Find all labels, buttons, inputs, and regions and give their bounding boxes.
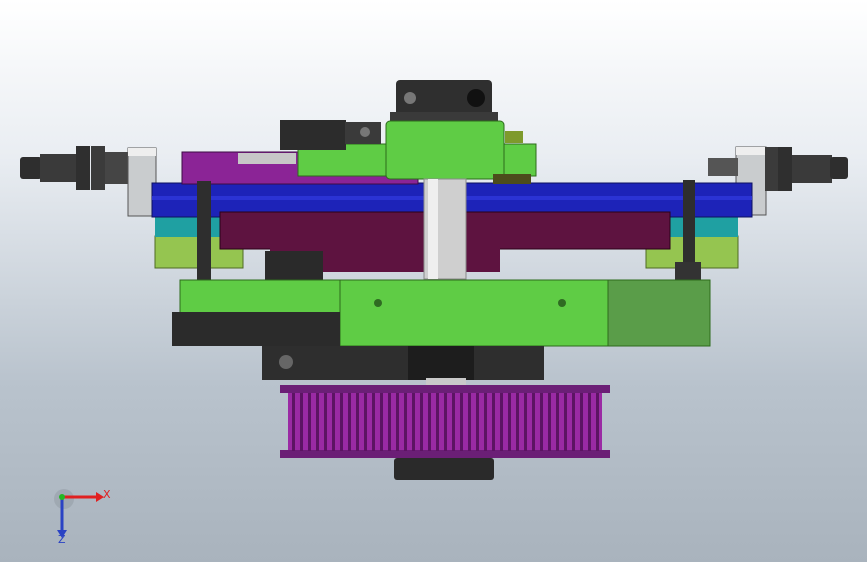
z-axis-label: Z (58, 533, 66, 546)
axis-triad: X Z (54, 488, 111, 546)
x-axis-label: X (103, 488, 111, 501)
graphics-viewport[interactable]: X Z (0, 0, 867, 562)
y-axis-dot (59, 494, 65, 500)
